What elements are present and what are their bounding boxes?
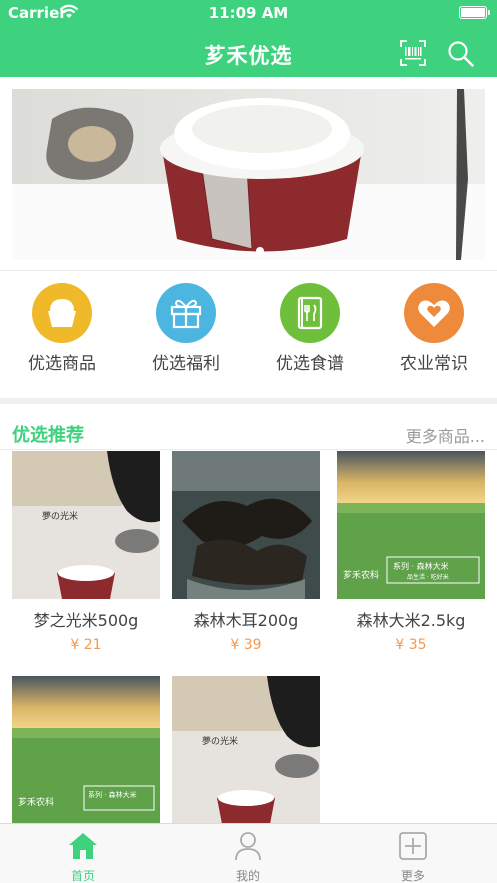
category-label: 优选商品 bbox=[28, 354, 96, 374]
barcode-scan-icon[interactable] bbox=[400, 40, 426, 66]
more-products-link[interactable]: 更多商品... bbox=[406, 423, 485, 447]
tab-profile[interactable]: 我的 bbox=[208, 830, 288, 883]
product-card[interactable]: 夢の光米 梦之光米500g ¥ 21 bbox=[12, 451, 160, 653]
brand-text: 芗禾农科 bbox=[343, 569, 379, 581]
brand-text: 芗禾农科 bbox=[18, 796, 54, 808]
user-icon bbox=[232, 830, 264, 862]
product-name: 森林大米2.5kg bbox=[356, 611, 466, 630]
product-card[interactable]: 芗禾农科 系列 · 森林大米 品生活 · 吃好米 森林大米2.5kg ¥ 35 bbox=[337, 451, 485, 653]
home-icon bbox=[67, 830, 99, 862]
category-products[interactable]: 优选商品 bbox=[0, 283, 124, 379]
poster-text: 夢の光米 bbox=[202, 735, 238, 747]
product-name: 森林木耳200g bbox=[193, 611, 299, 630]
tab-label: 我的 bbox=[235, 869, 260, 883]
category-recipes[interactable]: 优选食谱 bbox=[248, 283, 372, 379]
series-text: 系列 · 森林大米 bbox=[393, 561, 449, 571]
heart-icon bbox=[404, 283, 464, 343]
product-image: 夢の光米 bbox=[172, 676, 320, 824]
app-header: Carrier 11:09 AM 芗禾优选 bbox=[0, 0, 497, 77]
category-row: 优选商品 优选福利 优选食谱 农业常识 bbox=[0, 283, 497, 379]
carousel-indicator[interactable] bbox=[256, 247, 264, 255]
rice-bowl-banner-image bbox=[12, 89, 485, 260]
plus-square-icon bbox=[397, 830, 429, 862]
product-price: ¥ 21 bbox=[70, 637, 102, 653]
search-icon[interactable] bbox=[447, 40, 475, 68]
tab-bar: 首页 我的 更多 bbox=[0, 823, 497, 883]
product-price: ¥ 39 bbox=[230, 637, 262, 653]
product-name: 梦之光米500g bbox=[33, 611, 139, 630]
category-benefits[interactable]: 优选福利 bbox=[124, 283, 248, 379]
nav-bar: 芗禾优选 bbox=[0, 30, 497, 76]
section-separator bbox=[0, 398, 497, 404]
product-image: 芗禾农科 系列 · 森林大米 品生活 · 吃好米 bbox=[337, 451, 485, 599]
tagline-text: 品生活 · 吃好米 bbox=[407, 573, 449, 581]
category-agri-knowledge[interactable]: 农业常识 bbox=[372, 283, 496, 379]
product-card[interactable]: 夢の光米 bbox=[172, 676, 320, 832]
divider bbox=[0, 449, 497, 450]
tab-more[interactable]: 更多 bbox=[373, 830, 453, 883]
banner-carousel[interactable] bbox=[12, 89, 485, 260]
section-title: 优选推荐 bbox=[12, 425, 84, 446]
status-bar: Carrier 11:09 AM bbox=[0, 0, 497, 26]
gift-icon bbox=[156, 283, 216, 343]
product-image: 芗禾农科 系列 · 森林大米 bbox=[12, 676, 160, 824]
product-card[interactable]: 芗禾农科 系列 · 森林大米 bbox=[12, 676, 160, 832]
category-label: 农业常识 bbox=[400, 354, 468, 374]
tab-label: 首页 bbox=[70, 869, 95, 883]
tab-home[interactable]: 首页 bbox=[43, 830, 123, 883]
battery-icon bbox=[459, 6, 490, 19]
tab-label: 更多 bbox=[400, 869, 425, 883]
poster-text: 夢の光米 bbox=[42, 510, 78, 522]
product-price: ¥ 35 bbox=[395, 637, 427, 653]
product-image bbox=[172, 451, 320, 599]
product-image: 夢の光米 bbox=[12, 451, 160, 599]
rice-bowl-icon bbox=[32, 283, 92, 343]
recipe-book-icon bbox=[280, 283, 340, 343]
series-text: 系列 · 森林大米 bbox=[88, 790, 137, 799]
clock: 11:09 AM bbox=[208, 4, 289, 22]
app-screen: Carrier 11:09 AM 芗禾优选 优选商品 优选福利 优选食谱 农业常… bbox=[0, 0, 497, 883]
category-label: 优选食谱 bbox=[276, 354, 344, 374]
divider bbox=[0, 270, 497, 271]
category-label: 优选福利 bbox=[152, 354, 220, 374]
product-card[interactable]: 森林木耳200g ¥ 39 bbox=[172, 451, 320, 653]
main-content: 优选商品 优选福利 优选食谱 农业常识 优选推荐 更多商品... 夢の光米 梦之… bbox=[0, 77, 497, 824]
